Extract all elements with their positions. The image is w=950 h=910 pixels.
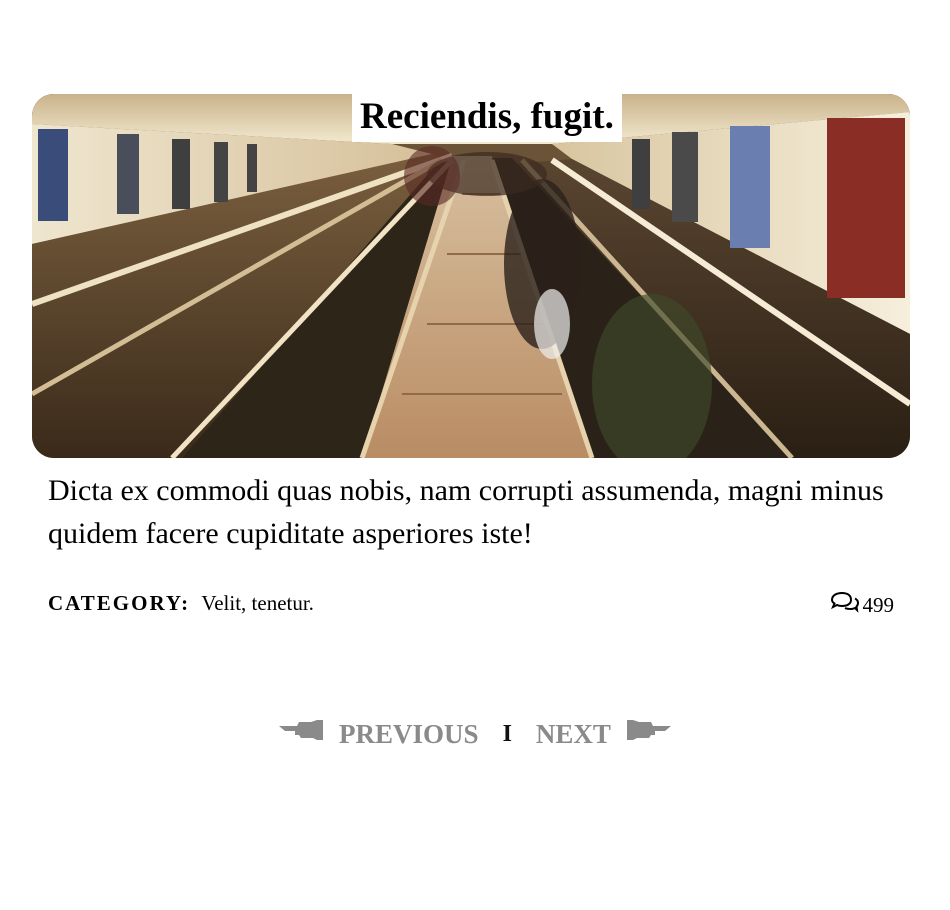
next-link[interactable]: NEXT xyxy=(536,718,673,751)
post-image xyxy=(32,94,910,458)
comment-count: 499 xyxy=(862,592,895,617)
post-excerpt: Dicta ex commodi quas nobis, nam corrupt… xyxy=(48,474,884,550)
category-link[interactable]: Velit, tenetur. xyxy=(201,591,314,615)
post-title[interactable]: Reciendis, fugit. xyxy=(352,94,622,142)
pagination: PREVIOUS I NEXT xyxy=(0,718,950,751)
pagination-separator: I xyxy=(502,721,512,747)
next-label: NEXT xyxy=(535,719,611,749)
category-label: CATEGORY: xyxy=(48,591,191,615)
comments-icon xyxy=(829,591,859,619)
previous-label: PREVIOUS xyxy=(339,719,479,749)
pointing-hand-left-icon xyxy=(277,718,325,751)
post-meta: CATEGORY: Velit, tenetur. 499 xyxy=(48,591,894,617)
post-hero[interactable]: Reciendis, fugit. xyxy=(32,94,910,458)
previous-link[interactable]: PREVIOUS xyxy=(277,718,479,751)
comments-link[interactable]: 499 xyxy=(829,591,895,619)
pointing-hand-right-icon xyxy=(625,718,673,751)
post-card: Reciendis, fugit. Dicta ex commodi quas … xyxy=(32,94,910,617)
